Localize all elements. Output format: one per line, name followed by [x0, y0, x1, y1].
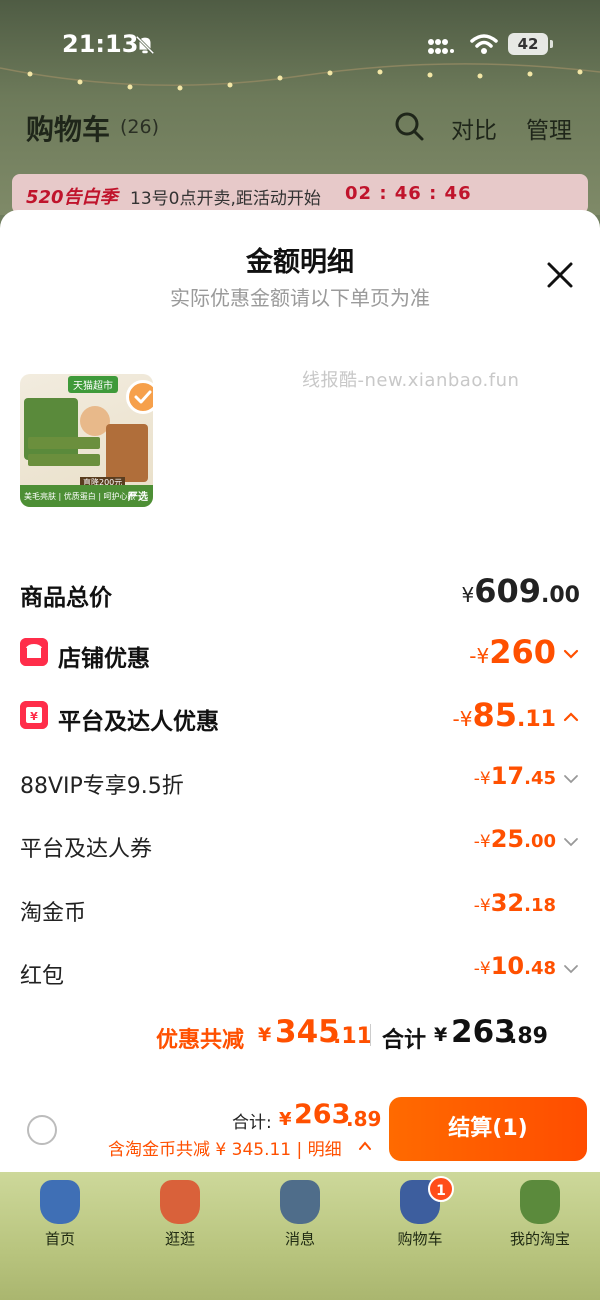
chevron-up-icon[interactable]	[562, 708, 580, 726]
chevron-up-icon[interactable]	[357, 1139, 373, 1153]
thumb-banner-line	[28, 437, 100, 449]
summary-divider	[370, 1024, 371, 1046]
selected-check-icon	[126, 380, 153, 414]
food-bag-picture	[106, 424, 148, 482]
checkout-total-integer: 263	[294, 1099, 351, 1130]
total-discount-currency: ¥	[258, 1024, 272, 1046]
promo-text: 13号0点开卖,距活动开始	[130, 189, 321, 209]
coupon-icon: ¥	[20, 701, 48, 729]
chevron-down-icon[interactable]	[562, 645, 580, 663]
bell-muted-icon	[135, 35, 155, 55]
checkout-bar: 合计: ¥ 263 .89 含淘金币共减 ¥ 345.11 | 明细 结算(1)	[0, 1075, 600, 1172]
vip-discount-row[interactable]: 88VIP专享9.5折 -¥17.45	[20, 762, 580, 802]
store-discount-amount: -¥260	[469, 633, 556, 671]
page-title: 购物车	[26, 113, 111, 146]
platform-coupon-row[interactable]: 平台及达人券 -¥25.00	[20, 825, 580, 865]
taojinbi-row: 淘金币 -¥32.18	[20, 889, 580, 929]
goods-total-amount: ¥609.00	[461, 572, 580, 610]
platform-discount-label: 平台及达人优惠	[58, 709, 219, 735]
vip-discount-amount: -¥17.45	[473, 762, 556, 790]
chevron-down-icon[interactable]	[562, 833, 580, 851]
profile-icon	[520, 1180, 560, 1224]
discount-summary: 优惠共减 ¥ 345 .11 合计 ¥ 263 .89	[0, 1014, 600, 1054]
tab-cart[interactable]: 1 购物车	[370, 1176, 470, 1260]
chevron-down-icon[interactable]	[562, 960, 580, 978]
total-discount-label: 优惠共减	[156, 1028, 245, 1053]
platform-discount-amount: -¥85.11	[452, 696, 556, 734]
platform-coupon-label: 平台及达人券	[20, 837, 153, 862]
grand-total-decimal: .89	[509, 1024, 548, 1049]
taojinbi-label: 淘金币	[20, 901, 87, 926]
amount-details-sheet: 金额明细 实际优惠金额请以下单页为准 天猫超市 直降200元 美毛亮肤 | 优质…	[0, 210, 600, 1172]
grand-total-label: 合计	[382, 1028, 427, 1053]
thumb-store-badge: 天猫超市	[68, 376, 118, 393]
product-image[interactable]: 天猫超市 直降200元 美毛亮肤 | 优质蛋白 | 呵护心眼 严选	[20, 374, 153, 507]
store-discount-row[interactable]: 店铺优惠 -¥260	[20, 633, 580, 673]
checkout-total-currency: ¥	[279, 1109, 292, 1130]
checkout-button[interactable]: 结算(1)	[389, 1097, 587, 1161]
wifi-icon	[470, 34, 498, 54]
tab-label: 逛逛	[164, 1230, 195, 1248]
red-packet-label: 红包	[20, 964, 65, 989]
tab-label: 购物车	[397, 1230, 443, 1248]
red-packet-amount: -¥10.48	[473, 952, 556, 980]
manage-button[interactable]: 管理	[526, 111, 572, 145]
browse-icon	[160, 1180, 200, 1224]
cellular-signal-icon	[428, 39, 454, 54]
chevron-down-icon[interactable]	[562, 770, 580, 788]
bottom-tab-bar: 首页 逛逛 消息 1 购物车 我的淘宝	[0, 1172, 600, 1300]
status-bar: 21:13 42	[0, 22, 600, 66]
platform-coupon-amount: -¥25.00	[473, 825, 556, 853]
sheet-title: 金额明细	[246, 247, 354, 278]
promo-tag: 520告白季	[26, 187, 118, 208]
tab-label: 消息	[284, 1230, 315, 1248]
cart-item-count: (26)	[120, 116, 160, 138]
sheet-subtitle: 实际优惠金额请以下单页为准	[170, 286, 430, 310]
thumb-footer-text: 美毛亮肤 | 优质蛋白 | 呵护心眼	[24, 492, 136, 501]
platform-discount-row[interactable]: ¥ 平台及达人优惠 -¥85.11	[20, 696, 580, 736]
close-icon[interactable]	[540, 255, 580, 295]
checkout-total-label: 合计:	[232, 1113, 272, 1133]
tab-home[interactable]: 首页	[10, 1180, 110, 1260]
promo-countdown: 02 : 46 : 46	[345, 183, 472, 204]
tab-browse[interactable]: 逛逛	[130, 1180, 230, 1260]
grand-total-currency: ¥	[434, 1024, 448, 1046]
store-discount-icon	[20, 638, 48, 666]
svg-text:¥: ¥	[30, 710, 38, 723]
total-discount-integer: 345	[275, 1014, 340, 1050]
select-all-checkbox[interactable]	[27, 1115, 57, 1145]
store-discount-label: 店铺优惠	[58, 646, 150, 672]
compare-button[interactable]: 对比	[451, 111, 497, 145]
grand-total-integer: 263	[451, 1014, 516, 1050]
search-icon[interactable]	[393, 110, 425, 142]
thumb-packaging-panel	[24, 398, 78, 460]
status-time: 21:13	[62, 30, 139, 58]
tab-my-taobao[interactable]: 我的淘宝	[490, 1180, 590, 1260]
promo-banner[interactable]: 520告白季 13号0点开卖,距活动开始 02 : 46 : 46	[12, 174, 588, 214]
thumb-banner-line	[28, 454, 100, 466]
total-discount-decimal: .11	[333, 1024, 372, 1049]
cart-header: 购物车 (26) 对比 管理	[0, 100, 600, 150]
tab-label: 我的淘宝	[509, 1230, 570, 1248]
watermark-text: 线报酷-new.xianbao.fun	[302, 370, 520, 391]
goods-total-row: 商品总价 ¥609.00	[20, 572, 580, 612]
battery-indicator: 42	[508, 33, 553, 55]
tab-label: 首页	[44, 1230, 75, 1248]
tab-messages[interactable]: 消息	[250, 1180, 350, 1260]
cart-badge: 1	[428, 1176, 454, 1202]
messages-icon	[280, 1180, 320, 1224]
thumb-select-badge: 严选	[128, 492, 148, 503]
checkout-total-decimal: .89	[346, 1107, 382, 1131]
red-packet-row[interactable]: 红包 -¥10.48	[20, 952, 580, 992]
checkout-detail-link[interactable]: 含淘金币共减 ¥ 345.11 | 明细	[108, 1135, 342, 1160]
taojinbi-amount: -¥32.18	[473, 889, 556, 917]
goods-total-label: 商品总价	[20, 585, 112, 611]
home-icon	[40, 1180, 80, 1224]
vip-discount-label: 88VIP专享9.5折	[20, 774, 184, 799]
